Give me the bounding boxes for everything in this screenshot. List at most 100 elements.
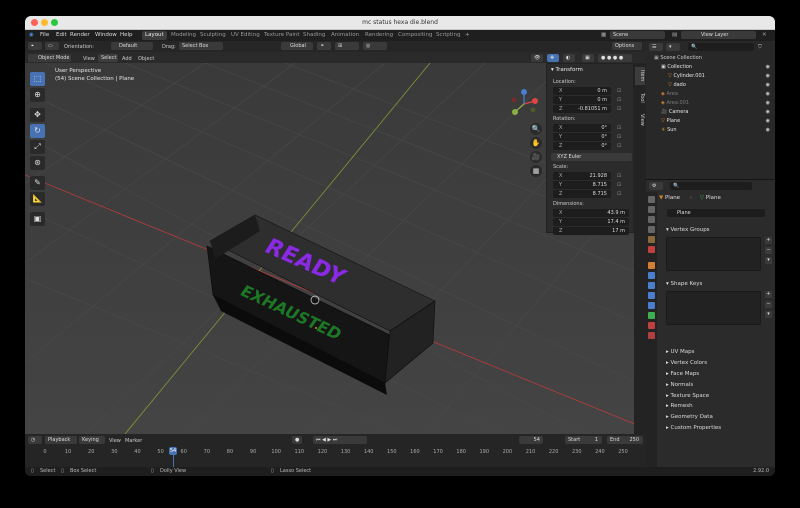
properties-editor-icon[interactable]: ⚙ — [649, 182, 663, 190]
camera-view-icon[interactable]: 🎥 — [530, 151, 542, 163]
render-tab-icon[interactable] — [648, 206, 655, 213]
tab-uv-editing[interactable]: UV Editing — [228, 31, 263, 40]
panel-header[interactable]: ▸ Face Maps — [666, 371, 775, 377]
navigation-gizmo[interactable] — [509, 89, 539, 119]
tab-layout[interactable]: Layout — [142, 31, 167, 40]
editor-type-icon[interactable]: ⌖ — [28, 42, 42, 50]
world-tab-icon[interactable] — [648, 246, 655, 253]
view-layer-tab-icon[interactable] — [648, 226, 655, 233]
tab-compositing[interactable]: Compositing — [395, 31, 435, 40]
tab-view[interactable]: View — [635, 111, 645, 129]
material-tab-icon[interactable] — [648, 322, 655, 329]
constraints-tab-icon[interactable] — [648, 302, 655, 309]
display-mode-icon[interactable]: ▾ — [666, 43, 680, 51]
vertex-groups-list[interactable] — [666, 237, 761, 271]
visibility-eye-icon[interactable]: ◉ — [766, 72, 770, 81]
tab-sculpting[interactable]: Sculpting — [197, 31, 229, 40]
menu-window[interactable]: Window — [95, 32, 117, 38]
outliner-editor-icon[interactable]: ☰ — [649, 43, 663, 51]
location-y-field[interactable]: Y0 m — [553, 96, 611, 104]
lock-rotation-z-icon[interactable]: ⊡ — [617, 143, 621, 149]
scale-tool-icon[interactable]: ⤢ — [30, 140, 45, 154]
rotation-x-field[interactable]: X 0° — [553, 124, 611, 132]
tab-modeling[interactable]: Modeling — [168, 31, 199, 40]
rotate-tool-icon[interactable]: ↻ — [30, 124, 45, 138]
outliner-search-input[interactable]: 🔍 — [688, 43, 754, 51]
scale-z-field[interactable]: Z 8.715 — [553, 190, 611, 198]
mesh-data-tab-icon[interactable] — [648, 312, 655, 319]
visibility-eye-icon[interactable]: ◉ — [766, 63, 770, 72]
shape-keys-list[interactable] — [666, 291, 761, 325]
add-menu[interactable]: Add — [122, 56, 132, 62]
add-workspace-icon[interactable]: + — [465, 32, 470, 38]
outliner-row[interactable]: ▣ Collection ◉ — [646, 63, 775, 72]
tab-scripting[interactable]: Scripting — [433, 31, 463, 40]
panel-header[interactable]: ▸ Normals — [666, 382, 775, 388]
orientation-dropdown[interactable]: Default — [111, 42, 153, 50]
scene-selector[interactable]: Scene — [610, 31, 665, 39]
panel-header[interactable]: ▸ Custom Properties — [666, 425, 775, 431]
view-layer-selector[interactable]: View Layer — [681, 31, 756, 39]
select-menu[interactable]: Select — [98, 54, 118, 62]
dimensions-y-field[interactable]: Y 17.4 m — [553, 218, 629, 226]
panel-header[interactable]: ▸ UV Maps — [666, 349, 775, 355]
dimensions-x-field[interactable]: X 43.9 m — [553, 209, 629, 217]
tab-rendering[interactable]: Rendering — [362, 31, 396, 40]
panel-header[interactable]: ▸ Texture Space — [666, 393, 775, 399]
outliner-row[interactable]: ▽ Cylinder.001 ◉ — [646, 72, 775, 81]
tool-tab-icon[interactable] — [648, 196, 655, 203]
gizmo-icon[interactable]: ✥ — [547, 54, 559, 62]
add-slot-button[interactable]: + — [765, 237, 772, 244]
record-icon[interactable]: ● — [292, 436, 302, 444]
outliner-row[interactable]: ▽ dado ◉ — [646, 81, 775, 90]
object-mode-dropdown[interactable]: Object Mode — [28, 54, 71, 62]
visibility-icon[interactable]: 👁 — [531, 54, 543, 62]
timeline-editor-icon[interactable]: ◷ — [28, 436, 42, 444]
overlay-icon[interactable]: ◐ — [563, 54, 575, 62]
mesh-data-name-field[interactable]: Plane — [667, 209, 765, 217]
texture-tab-icon[interactable] — [648, 332, 655, 339]
lock-location-x-icon[interactable]: ⊡ — [617, 88, 621, 94]
panel-header[interactable]: ▸ Vertex Colors — [666, 360, 775, 366]
particles-tab-icon[interactable] — [648, 282, 655, 289]
slot-menu-button[interactable]: ▾ — [765, 311, 772, 318]
location-z-field[interactable]: Z -0.81051 m — [553, 105, 611, 113]
rotation-mode-dropdown[interactable]: XYZ Euler — [551, 153, 632, 161]
visibility-eye-icon[interactable]: ◉ — [766, 90, 770, 99]
ortho-grid-icon[interactable]: ▦ — [530, 165, 542, 177]
panel-header[interactable]: ▸ Geometry Data — [666, 414, 775, 420]
move-tool-icon[interactable]: ✥ — [30, 108, 45, 122]
snap-icon[interactable]: ⊞ — [335, 42, 359, 50]
outliner-scene-collection[interactable]: ▣ Scene Collection — [646, 54, 775, 63]
end-frame-field[interactable]: End 250 — [607, 436, 643, 444]
lock-rotation-y-icon[interactable]: ⊡ — [617, 134, 621, 140]
transform-tool-icon[interactable]: ⊛ — [30, 156, 45, 170]
object-tab-icon[interactable] — [648, 262, 655, 269]
lock-location-z-icon[interactable]: ⊡ — [617, 106, 621, 112]
measure-tool-icon[interactable]: 📐 — [30, 192, 45, 206]
tab-tool[interactable]: Tool — [635, 89, 645, 107]
rotation-y-field[interactable]: Y 0° — [553, 133, 611, 141]
cursor-tool-icon[interactable]: ⊕ — [30, 88, 45, 102]
options-dropdown[interactable]: Options — [612, 42, 642, 50]
output-tab-icon[interactable] — [648, 216, 655, 223]
zoom-icon[interactable]: 🔍 — [530, 123, 542, 135]
drag-dropdown[interactable]: Select Box — [179, 42, 223, 50]
visibility-eye-icon[interactable]: ◉ — [766, 99, 770, 108]
add-slot-button[interactable]: + — [765, 291, 772, 298]
lock-scale-x-icon[interactable]: ⊡ — [617, 173, 621, 179]
lock-scale-z-icon[interactable]: ⊡ — [617, 191, 621, 197]
playback-menu[interactable]: Playback — [45, 436, 77, 444]
current-frame-field[interactable]: 54 — [519, 436, 543, 444]
marker-menu[interactable]: Marker — [125, 438, 142, 444]
tab-shading[interactable]: Shading — [300, 31, 328, 40]
playback-controls-icon[interactable]: ⏮◀▶⏭ — [313, 436, 367, 444]
outliner-row[interactable]: ▽ Plane ◉ — [646, 117, 775, 126]
add-cube-tool-icon[interactable]: ▣ — [30, 212, 45, 226]
slot-menu-button[interactable]: ▾ — [765, 257, 772, 264]
lock-location-y-icon[interactable]: ⊡ — [617, 97, 621, 103]
proportional-edit-icon[interactable]: ◎ — [363, 42, 387, 50]
remove-slot-button[interactable]: − — [765, 247, 772, 254]
scale-x-field[interactable]: X 21.928 — [553, 172, 611, 180]
visibility-eye-icon[interactable]: ◉ — [766, 81, 770, 90]
